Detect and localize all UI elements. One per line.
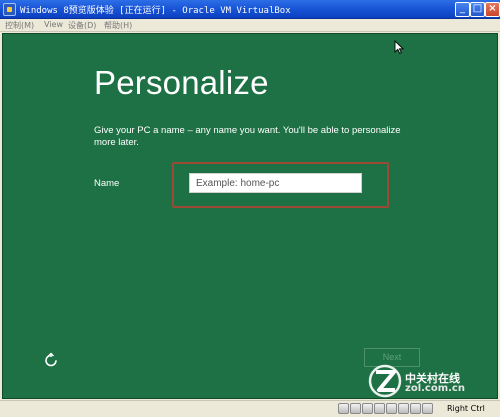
pc-name-input[interactable]: [189, 173, 362, 193]
recording-icon[interactable]: [410, 403, 421, 414]
watermark-domain-text: zol.com.cn: [405, 383, 465, 394]
status-bar: Right Ctrl: [0, 400, 500, 417]
window-title: Windows 8预览版体验 [正在运行] - Oracle VM Virtua…: [20, 6, 291, 16]
maximize-button[interactable]: □: [470, 2, 485, 17]
display-icon[interactable]: [398, 403, 409, 414]
optical-drive-icon[interactable]: [350, 403, 361, 414]
window-title-bar[interactable]: Windows 8预览版体验 [正在运行] - Oracle VM Virtua…: [0, 0, 500, 19]
mouse-pointer-icon: [394, 40, 404, 54]
zol-watermark: 中关村在线 zol.com.cn: [367, 364, 497, 398]
usb-icon[interactable]: [362, 403, 373, 414]
close-button[interactable]: ×: [485, 2, 500, 17]
device-status-icons: [338, 403, 433, 416]
name-field-label: Name: [94, 178, 120, 189]
menu-machine[interactable]: 控制(M): [5, 20, 34, 31]
minimize-button[interactable]: _: [455, 2, 470, 17]
virtualbox-app-icon[interactable]: [3, 3, 16, 16]
ease-of-access-icon[interactable]: [43, 352, 59, 368]
hard-disk-icon[interactable]: [338, 403, 349, 414]
network-icon[interactable]: [374, 403, 385, 414]
menu-devices[interactable]: 设备(D): [68, 20, 96, 31]
mouse-integration-icon[interactable]: [422, 403, 433, 414]
host-key-label: Right Ctrl: [447, 404, 485, 413]
zol-logo-icon: [368, 364, 402, 398]
vm-guest-screen[interactable]: Personalize Give your PC a name – any na…: [2, 33, 498, 399]
page-title: Personalize: [94, 64, 269, 101]
page-description: Give your PC a name – any name you want.…: [94, 125, 401, 148]
menu-help[interactable]: 帮助(H): [104, 20, 132, 31]
shared-folder-icon[interactable]: [386, 403, 397, 414]
menu-bar: 控制(M) View 设备(D) 帮助(H): [0, 19, 500, 32]
menu-view[interactable]: View: [44, 20, 63, 29]
